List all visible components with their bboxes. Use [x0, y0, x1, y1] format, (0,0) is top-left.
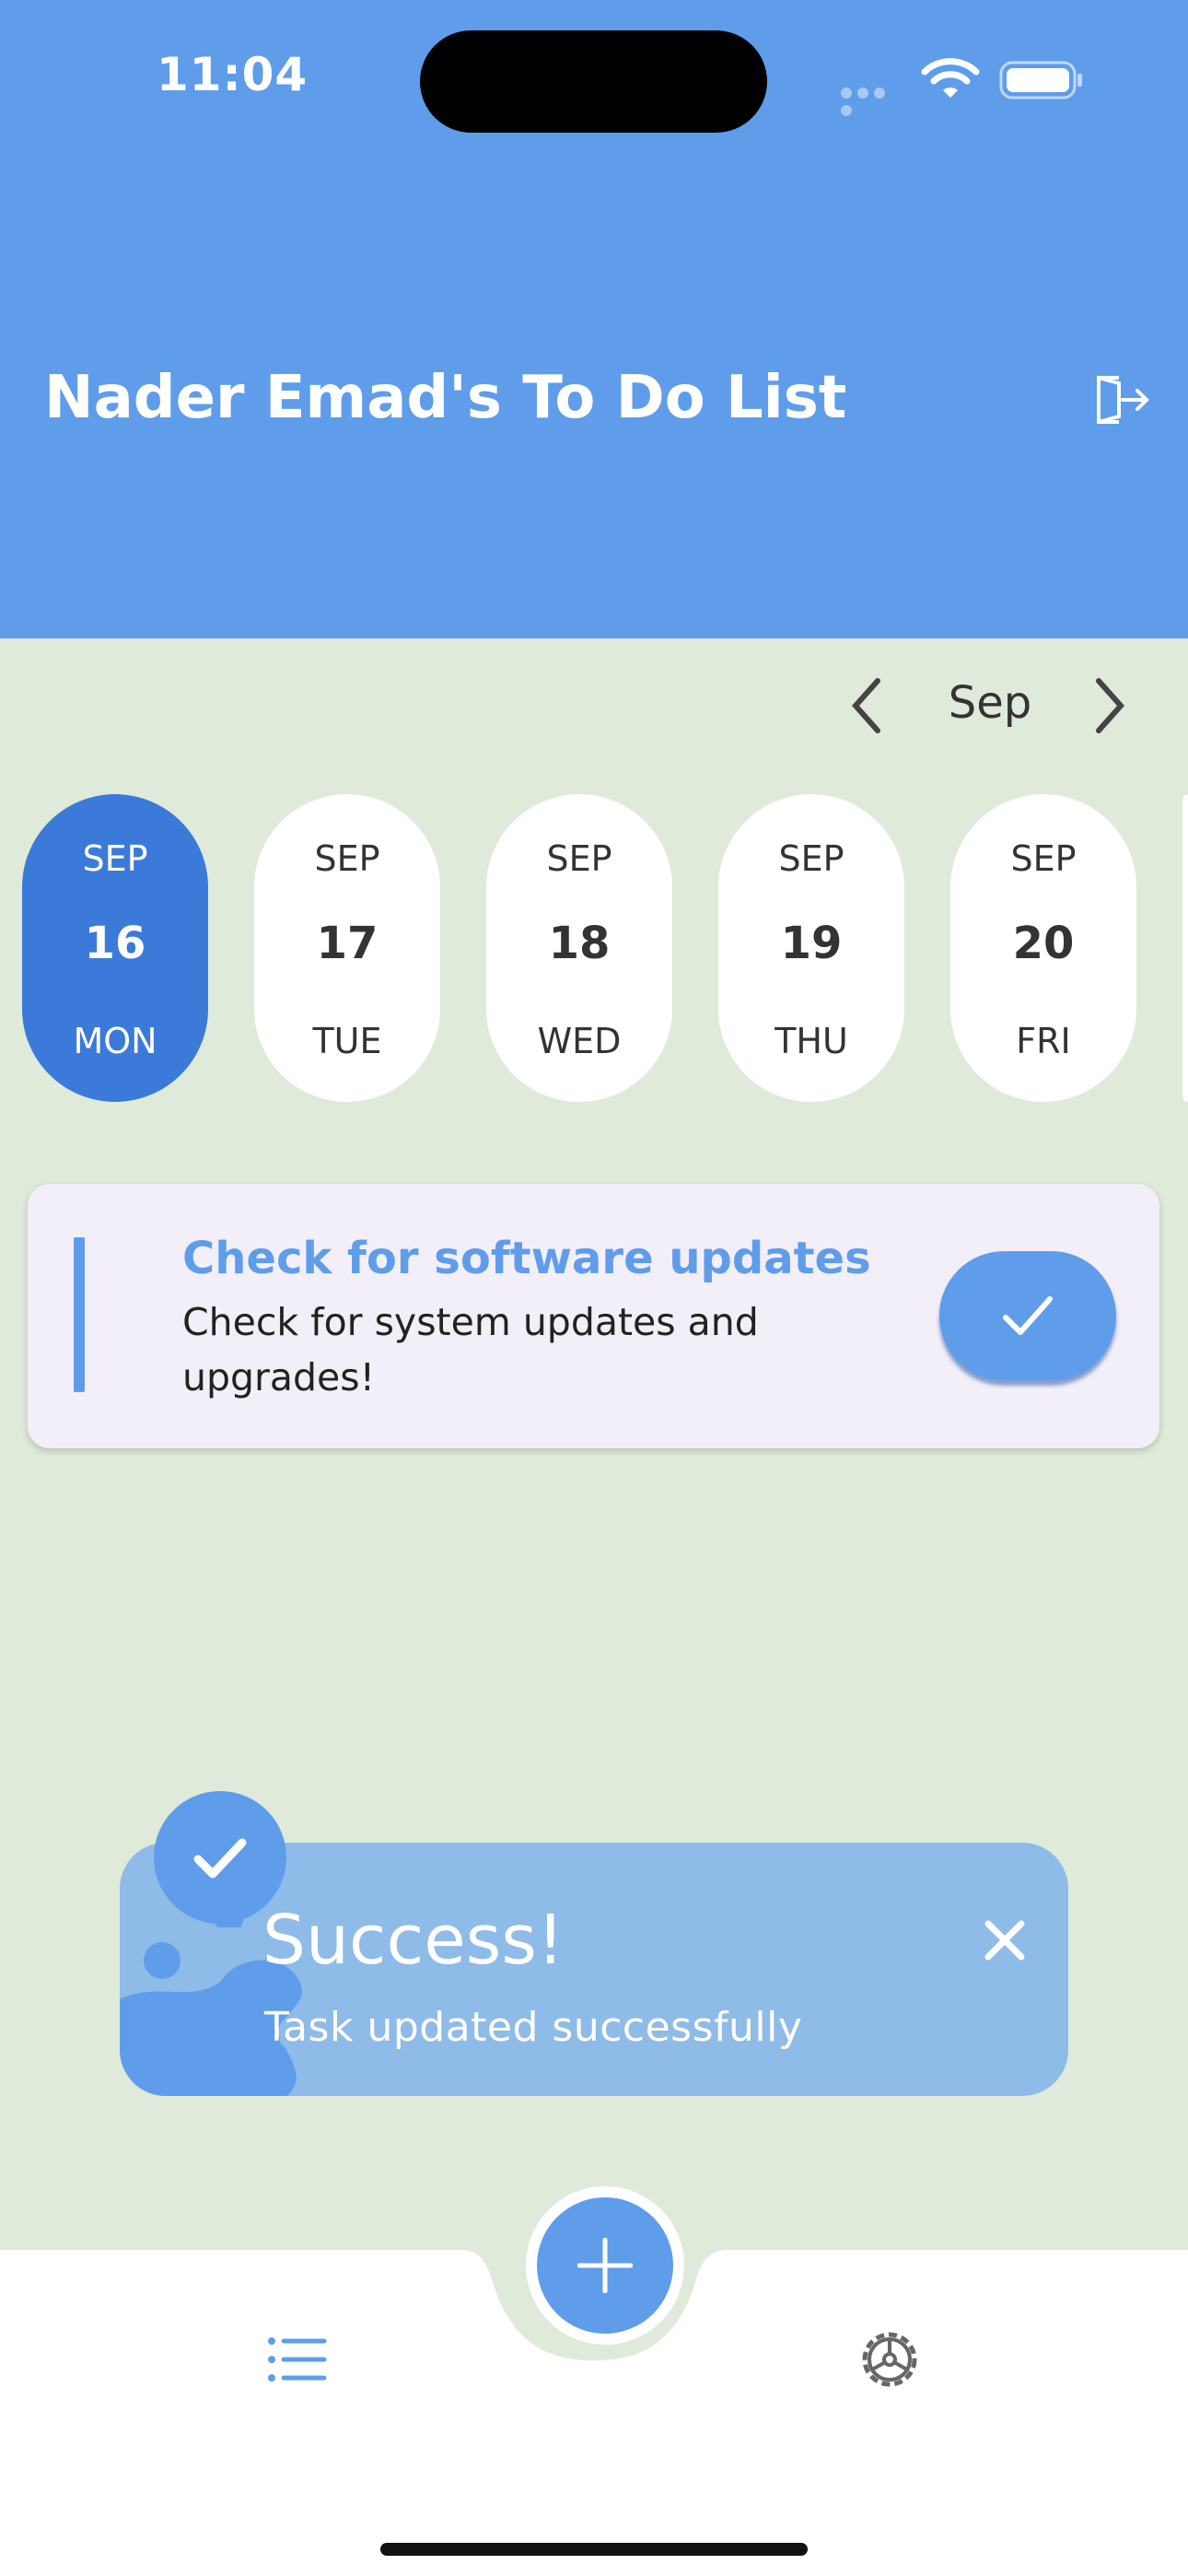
date-weekday: THU — [775, 1021, 848, 1061]
date-day: 17 — [316, 918, 379, 969]
date-month: SEP — [82, 838, 148, 879]
date-card-19[interactable]: SEP 19 THU — [718, 794, 904, 1102]
month-label: Sep — [948, 677, 1032, 729]
toast-message: Task updated successfully — [264, 2004, 803, 2051]
logout-icon[interactable] — [1091, 372, 1150, 427]
cellular-signal-icon — [841, 85, 905, 116]
check-icon — [1003, 1296, 1053, 1335]
battery-icon — [999, 61, 1082, 100]
home-indicator[interactable] — [380, 2543, 808, 2556]
task-title: Check for software updates — [182, 1233, 871, 1284]
date-weekday: FRI — [1016, 1021, 1071, 1061]
chevron-left-icon[interactable] — [843, 675, 894, 736]
date-day: 18 — [548, 918, 611, 969]
date-weekday: MON — [73, 1021, 157, 1061]
status-time: 11:04 — [157, 48, 309, 101]
date-weekday: TUE — [312, 1021, 382, 1061]
date-day: 19 — [780, 918, 843, 969]
date-month: SEP — [778, 838, 844, 879]
date-card-17[interactable]: SEP 17 TUE — [254, 794, 440, 1102]
date-month: SEP — [546, 838, 612, 879]
page-title: Nader Emad's To Do List — [44, 364, 847, 432]
task-description: Check for system updates and upgrades! — [182, 1300, 759, 1399]
date-weekday: WED — [537, 1021, 622, 1061]
date-card-next-edge[interactable] — [1182, 794, 1188, 1102]
add-task-button[interactable] — [526, 2186, 684, 2345]
settings-gear-icon[interactable] — [856, 2326, 923, 2393]
close-icon[interactable] — [984, 1919, 1026, 1961]
date-day: 20 — [1012, 918, 1075, 969]
wifi-icon — [921, 58, 980, 98]
date-month: SEP — [314, 838, 380, 879]
date-month: SEP — [1010, 838, 1077, 879]
chevron-right-icon[interactable] — [1082, 675, 1134, 736]
date-card-20[interactable]: SEP 20 FRI — [950, 794, 1136, 1102]
list-icon[interactable] — [267, 2336, 328, 2383]
mark-done-button[interactable] — [939, 1251, 1116, 1380]
date-card-16[interactable]: SEP 16 MON — [22, 794, 208, 1102]
task-accent-bar — [74, 1237, 85, 1392]
date-card-18[interactable]: SEP 18 WED — [486, 794, 672, 1102]
dynamic-island — [420, 30, 767, 133]
date-day: 16 — [84, 918, 146, 969]
toast-title: Success! — [262, 1901, 565, 1980]
plus-icon — [577, 2238, 633, 2293]
